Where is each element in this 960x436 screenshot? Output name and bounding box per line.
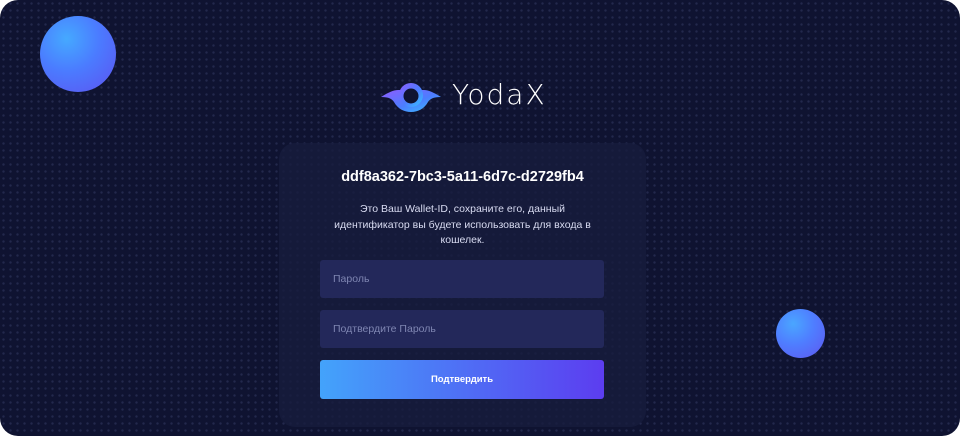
brand-name: YodaX bbox=[452, 78, 547, 111]
yodax-logo-icon bbox=[381, 83, 441, 112]
confirm-password-field[interactable] bbox=[320, 310, 604, 348]
confirm-button[interactable]: Подтвердить bbox=[320, 360, 604, 399]
decorative-gradient-circle-small bbox=[776, 309, 825, 358]
wallet-id-description: Это Ваш Wallet-ID, сохраните его, данный… bbox=[334, 203, 591, 246]
password-field[interactable] bbox=[320, 260, 604, 298]
wallet-card: ddf8a362-7bc3-5a11-6d7c-d2729fb4 Это Ваш… bbox=[279, 143, 646, 427]
wallet-id: ddf8a362-7bc3-5a11-6d7c-d2729fb4 bbox=[341, 169, 584, 185]
decorative-gradient-circle bbox=[40, 16, 116, 92]
brand-logo: YodaX bbox=[380, 78, 547, 112]
app-frame: YodaX ddf8a362-7bc3-5a11-6d7c-d2729fb4 Э… bbox=[0, 0, 960, 436]
